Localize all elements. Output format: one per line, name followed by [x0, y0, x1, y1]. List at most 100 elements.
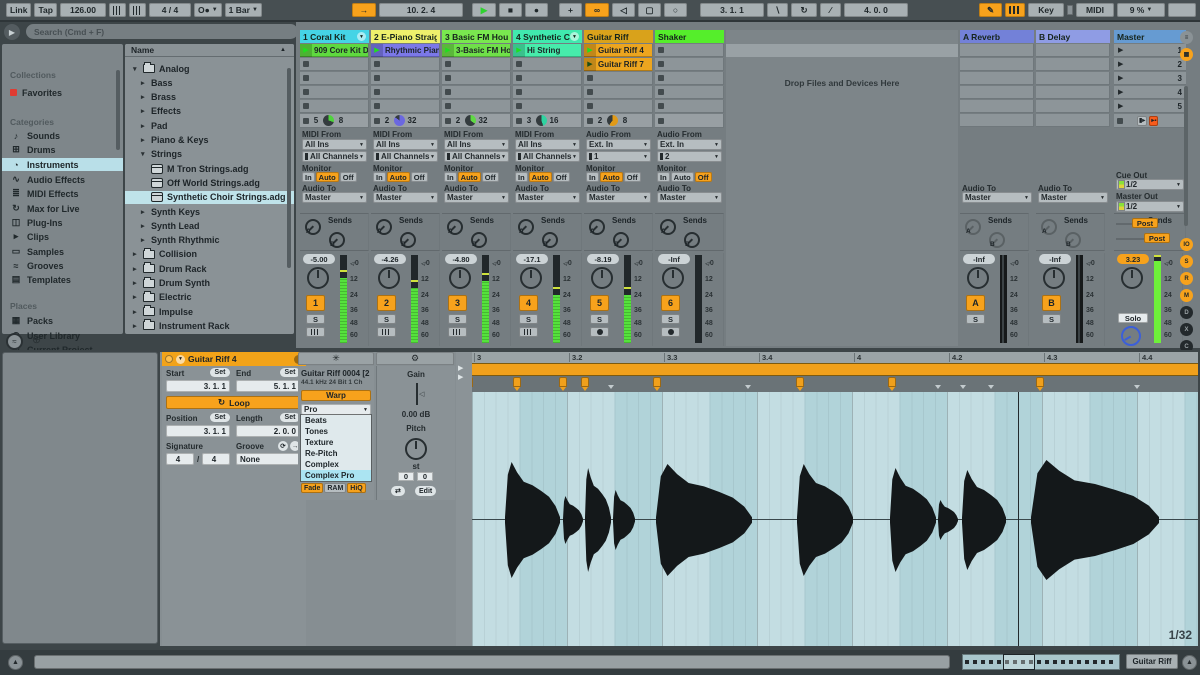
gain-value[interactable]: 0.00 dB — [377, 410, 455, 419]
file-row[interactable]: ▸Instrument Rack — [125, 319, 294, 332]
monitor-off-button[interactable]: Off — [624, 172, 641, 182]
input-channel-select[interactable]: All Channels▼ — [444, 151, 509, 162]
send-a-knob[interactable]: A — [518, 219, 534, 235]
help-icon[interactable]: ⊕ — [30, 333, 43, 346]
input-channel-select[interactable]: All Channels▼ — [515, 151, 580, 162]
clip-start-field[interactable]: 3. 1. 1 — [166, 380, 230, 392]
send-a-knob[interactable]: A — [447, 219, 463, 235]
loop-start-marker-icon[interactable]: ▶ — [458, 373, 463, 381]
clip-slot[interactable]: ▶3-Basic FM Hou — [442, 44, 511, 57]
empty-clip-slot[interactable] — [371, 100, 440, 113]
scene-launch-icon[interactable]: ▶ — [1118, 60, 1123, 68]
loop-length-field[interactable]: 4. 0. 0 — [844, 3, 908, 17]
collapse-arrow-icon[interactable]: ▸ — [133, 293, 139, 301]
send-a-knob[interactable]: A — [1041, 219, 1057, 235]
cpu-meter[interactable]: 9 %▼ — [1117, 3, 1165, 17]
punch-in-button[interactable]: ∖ — [767, 3, 788, 17]
monitor-auto-button[interactable]: Auto — [671, 172, 694, 182]
sidebar-item-plug-ins[interactable]: ◫Plug-Ins — [2, 216, 123, 229]
scene-slot[interactable]: ▶1 — [1114, 44, 1186, 57]
track-activator[interactable]: 2 — [377, 295, 396, 311]
warp-marker[interactable] — [581, 377, 589, 387]
grid-setting-label[interactable]: 1/32 — [1169, 628, 1192, 642]
warp-mode-select[interactable]: Pro▼ — [301, 404, 371, 415]
return-track-header[interactable]: A Reverb — [960, 30, 1034, 43]
volume-field[interactable]: -Inf — [963, 254, 995, 264]
clip-stop-icon[interactable] — [516, 103, 522, 109]
clip-stop-icon[interactable] — [658, 103, 664, 109]
edit-button[interactable]: Edit — [415, 486, 436, 496]
input-channel-select[interactable]: 2▼ — [657, 151, 722, 162]
file-row[interactable]: ▸Synth Keys — [125, 205, 294, 218]
signature-numerator-field[interactable]: 4 — [166, 453, 194, 465]
sidebar-item-favorites[interactable]: Favorites — [2, 86, 123, 99]
overdub-button[interactable]: ∞ — [585, 3, 609, 17]
clip-stop-icon[interactable] — [303, 75, 309, 81]
expand-arrow-icon[interactable]: ▾ — [133, 65, 139, 73]
warp-marker[interactable] — [1036, 377, 1044, 387]
clip-stop-icon[interactable] — [374, 61, 380, 67]
clip-stop-icon[interactable] — [445, 103, 451, 109]
key-map-button[interactable]: Key — [1028, 3, 1064, 17]
sidebar-item-templates[interactable]: ▤Templates — [2, 273, 123, 286]
arm-button[interactable] — [590, 327, 609, 337]
transient-marker[interactable] — [935, 385, 941, 389]
pitch-cents-field[interactable]: 0 — [417, 472, 433, 481]
solo-button[interactable]: S — [306, 314, 325, 324]
pan-knob[interactable] — [378, 267, 400, 289]
arrangement-position-field[interactable]: 10. 2. 4 — [379, 3, 463, 17]
cue-volume-knob[interactable] — [1121, 326, 1141, 346]
solo-button[interactable]: S — [377, 314, 396, 324]
waveform[interactable] — [456, 392, 1198, 646]
show-m-toggle[interactable]: M — [1180, 289, 1193, 302]
empty-clip-slot[interactable] — [371, 72, 440, 85]
show-s-toggle[interactable]: S — [1180, 255, 1193, 268]
clip-stop-icon[interactable] — [587, 103, 593, 109]
transient-marker[interactable] — [745, 385, 751, 389]
file-row[interactable]: ▸Pad — [125, 119, 294, 132]
empty-clip-slot[interactable] — [584, 86, 653, 99]
draw-mode-button[interactable]: ▢ — [638, 3, 661, 17]
monitor-in-button[interactable]: In — [586, 172, 599, 182]
pan-knob[interactable] — [662, 267, 684, 289]
monitor-off-button[interactable]: Off — [340, 172, 357, 182]
clip-stop-icon[interactable] — [516, 61, 522, 67]
warp-marker-strip[interactable] — [472, 376, 1198, 392]
monitor-in-button[interactable]: In — [302, 172, 315, 182]
computer-midi-keyboard-button[interactable] — [1005, 3, 1025, 17]
file-row[interactable]: ▸Bass — [125, 76, 294, 89]
send-b-knob[interactable]: B — [329, 232, 345, 248]
output-select[interactable]: Master▼ — [444, 192, 509, 203]
scene-slot[interactable]: ▶5 — [1114, 100, 1186, 113]
sidebar-item-grooves[interactable]: ≈Grooves — [2, 259, 123, 272]
tempo-field[interactable]: 126.00 — [60, 3, 106, 17]
sidebar-item-packs[interactable]: ▦Packs — [2, 314, 123, 327]
draw-pencil-button[interactable]: ✎ — [979, 3, 1002, 17]
clip-stop-icon[interactable] — [658, 89, 664, 95]
track-menu-icon[interactable]: ▼ — [570, 32, 579, 41]
set-position-button[interactable]: Set — [210, 413, 230, 422]
scene-slot[interactable]: ▶4 — [1114, 86, 1186, 99]
reverse-button[interactable]: ⇄ — [391, 486, 405, 496]
track-activator[interactable]: 4 — [519, 295, 538, 311]
output-select[interactable]: Master▼ — [962, 192, 1032, 203]
envelopes-tab[interactable]: ⚙ — [376, 352, 454, 365]
sidebar-scrollbar[interactable] — [116, 70, 120, 150]
sidebar-item-max-for-live[interactable]: ↻Max for Live — [2, 202, 123, 215]
warp-marker[interactable] — [513, 377, 521, 387]
link-button[interactable]: Link — [6, 3, 31, 17]
clip-stop-icon[interactable] — [587, 75, 593, 81]
output-select[interactable]: Master▼ — [302, 192, 367, 203]
empty-clip-slot[interactable] — [442, 72, 511, 85]
input-channel-select[interactable]: 1▼ — [586, 151, 651, 162]
clip-slot[interactable]: ▶Rhythmic Piano — [371, 44, 440, 57]
empty-clip-slot[interactable] — [371, 58, 440, 71]
warp-mode-option[interactable]: Texture — [301, 437, 371, 448]
monitor-auto-button[interactable]: Auto — [316, 172, 339, 182]
sidebar-item-audio-effects[interactable]: ∿Audio Effects — [2, 173, 123, 186]
scene-slot[interactable]: ▶2 — [1114, 58, 1186, 71]
send-b-knob[interactable]: B — [400, 232, 416, 248]
collapse-arrow-icon[interactable]: ▸ — [133, 250, 139, 258]
cue-out-select[interactable]: 1/2▼ — [1116, 179, 1184, 190]
volume-field[interactable]: -17.1 — [516, 254, 548, 264]
